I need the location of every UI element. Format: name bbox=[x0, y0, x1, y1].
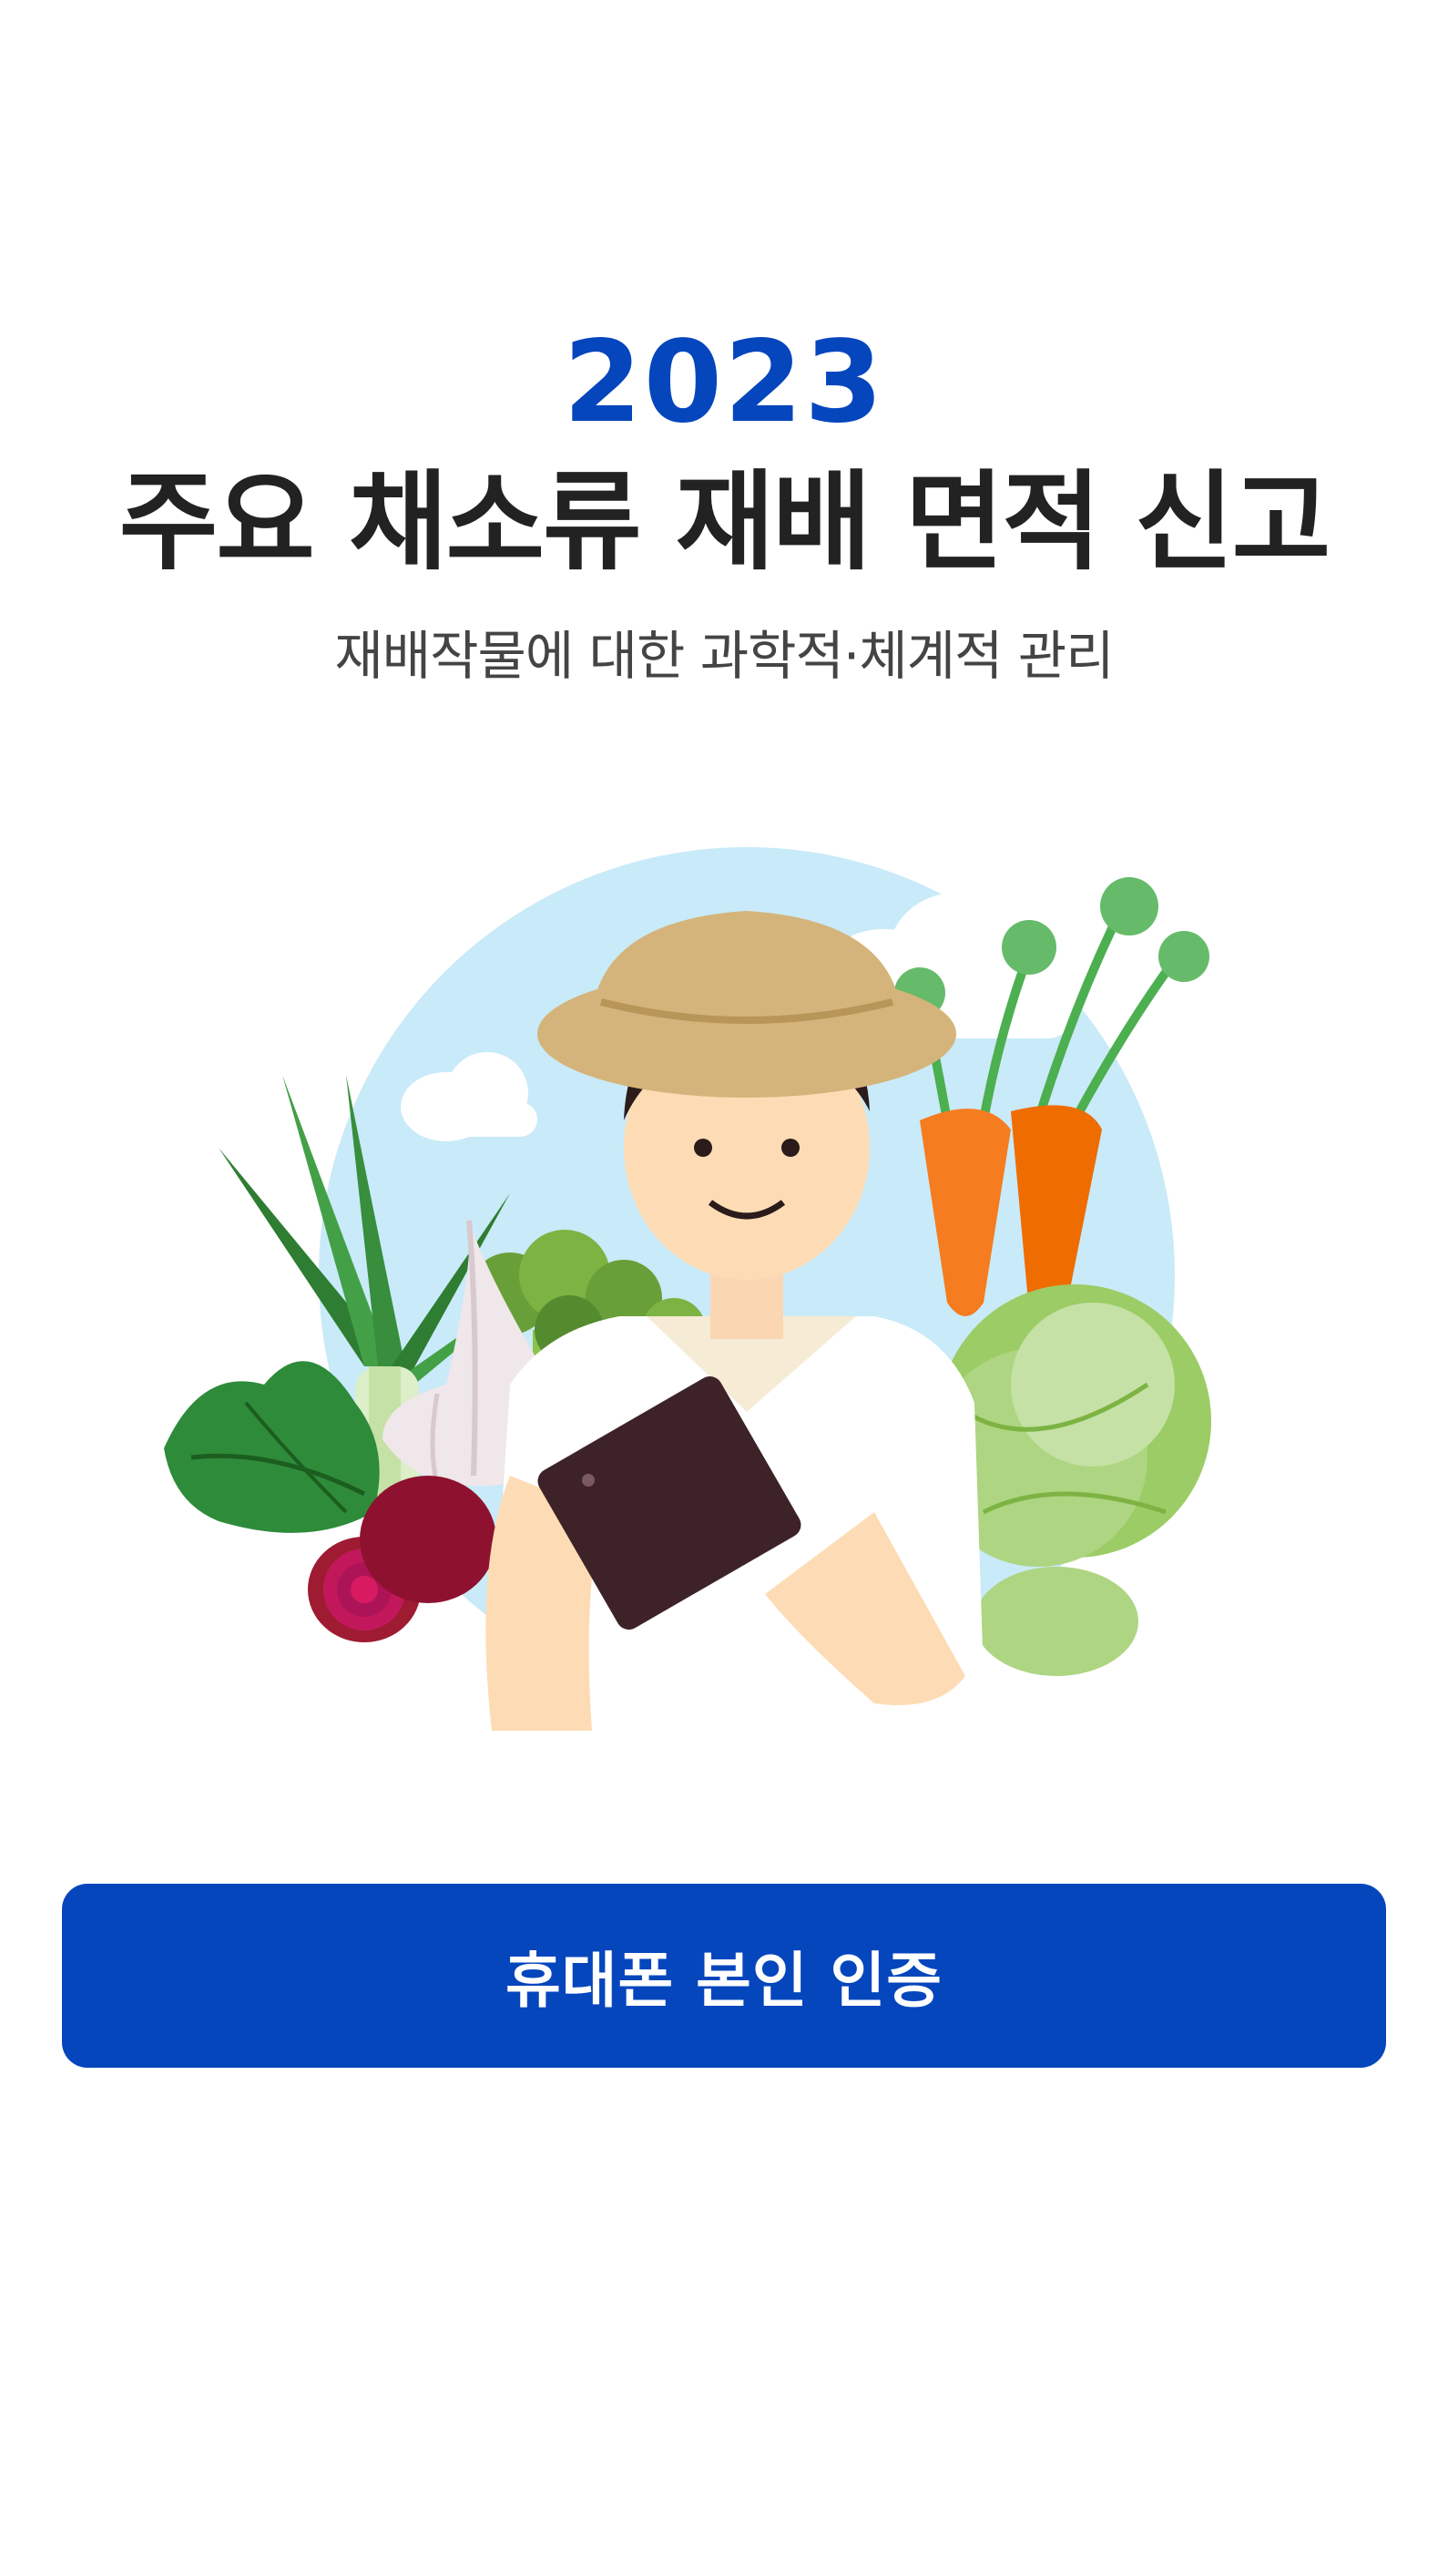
year-heading: 2023 bbox=[563, 317, 885, 448]
page-subtitle: 재배작물에 대한 과학적·체계적 관리 bbox=[334, 625, 1114, 687]
farmer-illustration bbox=[164, 820, 1293, 1785]
phone-verification-button[interactable]: 휴대폰 본인 인증 bbox=[62, 1884, 1386, 2068]
page-title: 주요 채소류 재배 면적 신고 bbox=[118, 459, 1331, 585]
